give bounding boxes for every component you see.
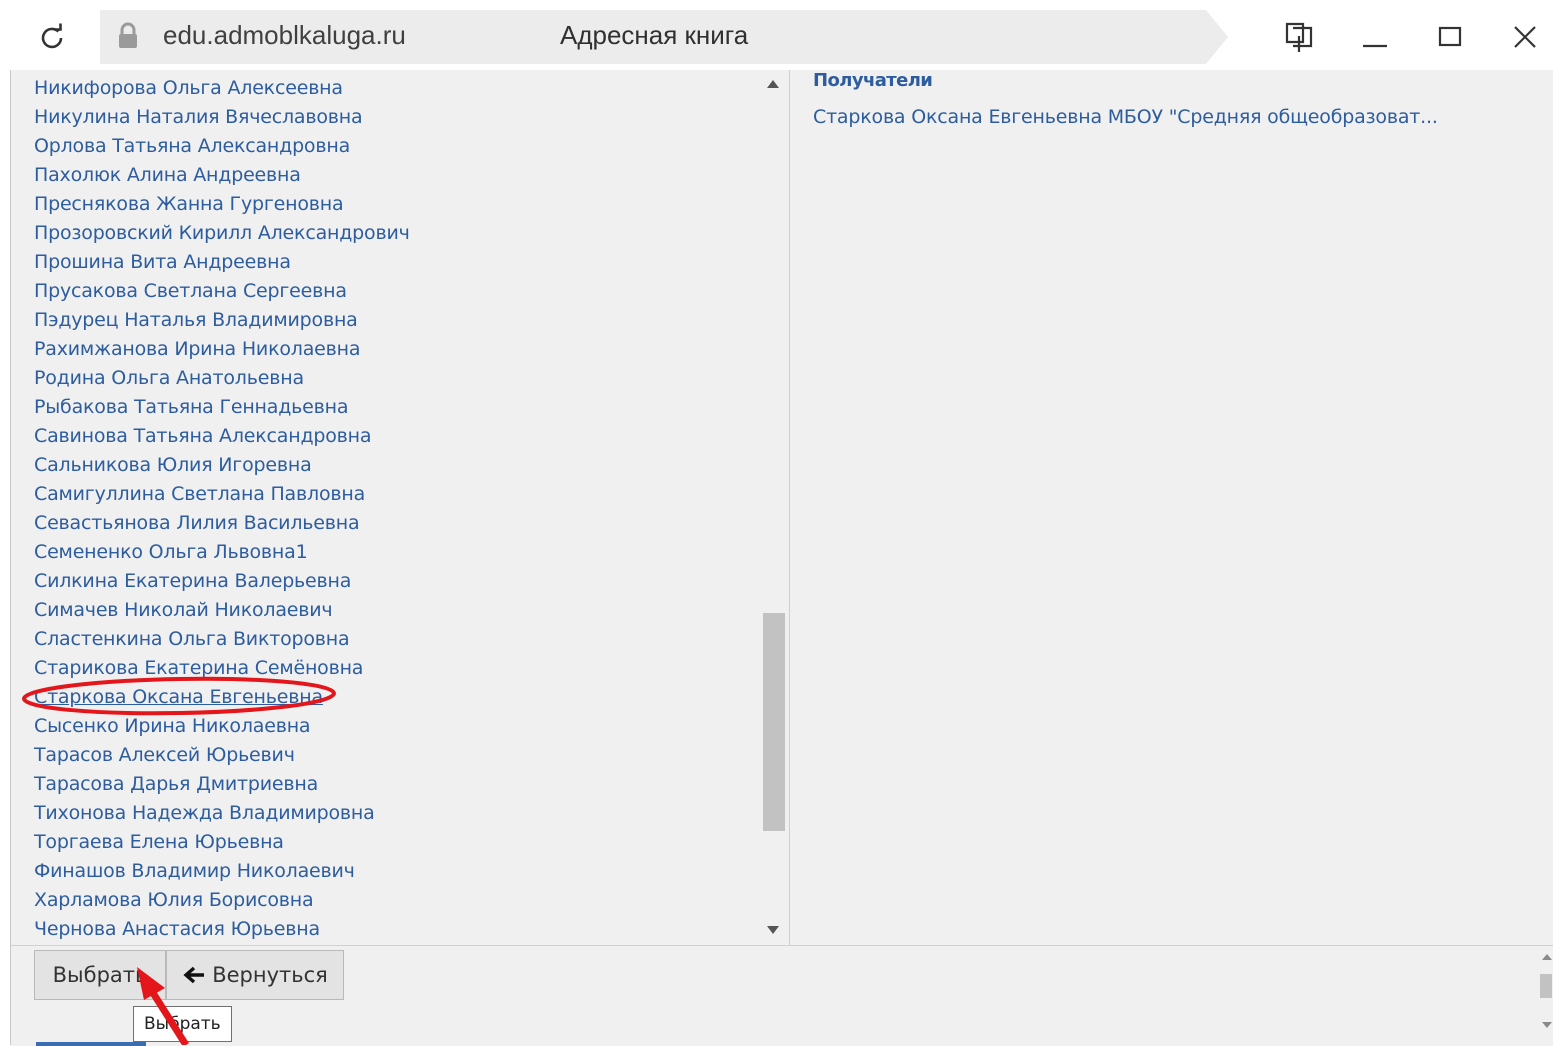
recipients-title: Получатели [813,70,933,91]
address-book-dialog: Никифорова Ольга Алексеевна Никулина Ната… [10,70,1553,1046]
close-button[interactable] [1500,14,1550,60]
minimize-icon [1363,44,1387,48]
url-text[interactable]: edu.admoblkaluga.ru [163,20,406,51]
contact-list: Никифорова Ольга Алексеевна Никулина Ната… [11,70,761,945]
contact-item[interactable]: Преснякова Жанна Гургеновна [34,193,344,215]
scroll-thumb[interactable] [763,613,785,831]
back-button[interactable]: Вернуться [166,950,344,1000]
refresh-icon [41,23,63,49]
minimize-button[interactable] [1350,14,1400,60]
close-icon [1514,26,1536,48]
contact-item[interactable]: Тихонова Надежда Владимировна [34,802,375,824]
contact-item[interactable]: Семененко Ольга Львовна1 [34,541,308,563]
select-button[interactable]: Выбрать [34,950,166,1000]
contact-item[interactable]: Сластенкина Ольга Викторовна [34,628,350,650]
contact-item[interactable]: Севастьянова Лилия Васильевна [34,512,360,534]
contact-item[interactable]: Тарасова Дарья Дмитриевна [34,773,318,795]
recipients-panel: Получатели Старкова Оксана Евгеньевна МБ… [790,70,1553,945]
back-button-label: Вернуться [212,963,328,987]
contact-item[interactable]: Никулина Наталия Вячеславовна [34,106,363,128]
contact-item[interactable]: Родина Ольга Анатольевна [34,367,304,389]
page-scroll-up-icon[interactable] [1542,954,1552,960]
recipient-item[interactable]: Старкова Оксана Евгеньевна МБОУ "Средняя… [813,106,1438,128]
contacts-panel: Никифорова Ольга Алексеевна Никулина Ната… [11,70,790,945]
dialog-footer: Выбрать Вернуться Выбрать [11,945,1553,1046]
contact-item[interactable]: Орлова Татьяна Александровна [34,135,350,157]
refresh-button[interactable] [30,16,74,60]
contact-item[interactable]: Чернова Анастасия Юрьевна [34,918,320,940]
contact-item[interactable]: Симачев Николай Николаевич [34,599,333,621]
contact-item[interactable]: Пэдурец Наталья Владимировна [34,309,358,331]
contact-item[interactable]: Рыбакова Татьяна Геннадьевна [34,396,349,418]
contact-item[interactable]: Силкина Екатерина Валерьевна [34,570,351,592]
page-scroll-thumb[interactable] [1540,974,1552,998]
contact-item[interactable]: Савинова Татьяна Александровна [34,425,372,447]
contact-item[interactable]: Пахолюк Алина Андреевна [34,164,301,186]
contact-item[interactable]: Финашов Владимир Николаевич [34,860,355,882]
contact-item[interactable]: Тарасов Алексей Юрьевич [34,744,295,766]
maximize-icon [1438,26,1462,47]
contact-item[interactable]: Харламова Юлия Борисовна [34,889,314,911]
contact-item[interactable]: Прошина Вита Андреевна [34,251,291,273]
maximize-button[interactable] [1425,14,1475,60]
arrow-left-icon [183,966,205,984]
select-tooltip: Выбрать [133,1006,232,1042]
contact-item[interactable]: Сысенко Ирина Николаевна [34,715,311,737]
contact-item[interactable]: Прозоровский Кирилл Александрович [34,222,410,244]
lock-icon [119,22,137,48]
contacts-scrollbar[interactable] [761,70,787,945]
contact-item[interactable]: Прусакова Светлана Сергеевна [34,280,347,302]
page-scroll-down-icon[interactable] [1542,1022,1552,1028]
scroll-down-arrow-icon[interactable] [767,926,779,934]
contact-item[interactable]: Старкова Оксана Евгеньевна [34,686,323,708]
browser-titlebar: edu.admoblkaluga.ru Адресная книга [0,0,1553,70]
contact-item[interactable]: Старикова Екатерина Семёновна [34,657,363,679]
contact-item[interactable]: Сальникова Юлия Игоревна [34,454,312,476]
contact-item[interactable]: Никифорова Ольга Алексеевна [34,77,343,99]
taskbar-strip [36,1042,146,1046]
contact-item[interactable]: Самигуллина Светлана Павловна [34,483,365,505]
contact-item[interactable]: Торгаева Елена Юрьевна [34,831,284,853]
contact-item[interactable]: Рахимжанова Ирина Николаевна [34,338,361,360]
pin-button[interactable] [1274,14,1324,60]
page-scrollbar[interactable] [1539,954,1553,1034]
scroll-up-arrow-icon[interactable] [767,80,779,88]
page-title: Адресная книга [560,20,749,50]
pin-icon [1285,22,1313,52]
